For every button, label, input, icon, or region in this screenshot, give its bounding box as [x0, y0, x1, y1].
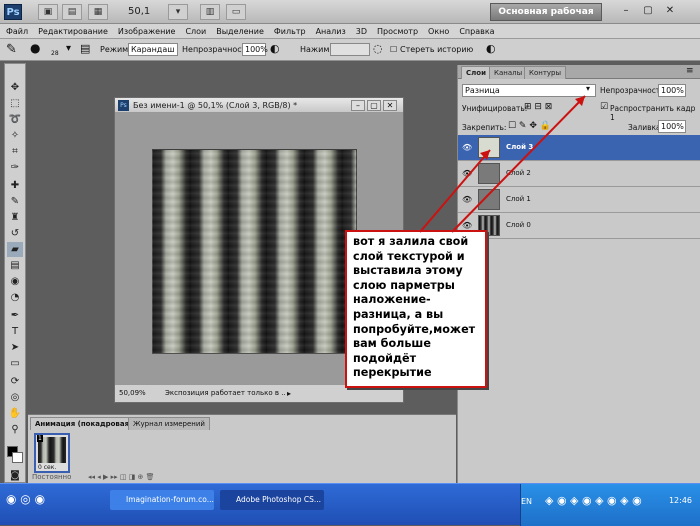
- clock: 12:46: [668, 496, 692, 505]
- taskbar: Imagination-forum.co... Adobe Photoshop …: [0, 483, 700, 526]
- taskbar-item-photoshop[interactable]: Adobe Photoshop CS...: [220, 490, 324, 510]
- system-tray: EN ◈ ◉ ◈ ◉ ◈ ◉ ◈ ◉ 12:46: [520, 484, 700, 526]
- taskbar-item-forum[interactable]: Imagination-forum.co...: [110, 490, 214, 510]
- quicklaunch-icons[interactable]: ◉ ◎ ◉: [6, 492, 45, 506]
- language-indicator[interactable]: EN: [521, 497, 532, 506]
- tray-icons[interactable]: ◈ ◉ ◈ ◉ ◈ ◉ ◈ ◉: [545, 494, 642, 507]
- annotation-arrows: [419, 95, 586, 233]
